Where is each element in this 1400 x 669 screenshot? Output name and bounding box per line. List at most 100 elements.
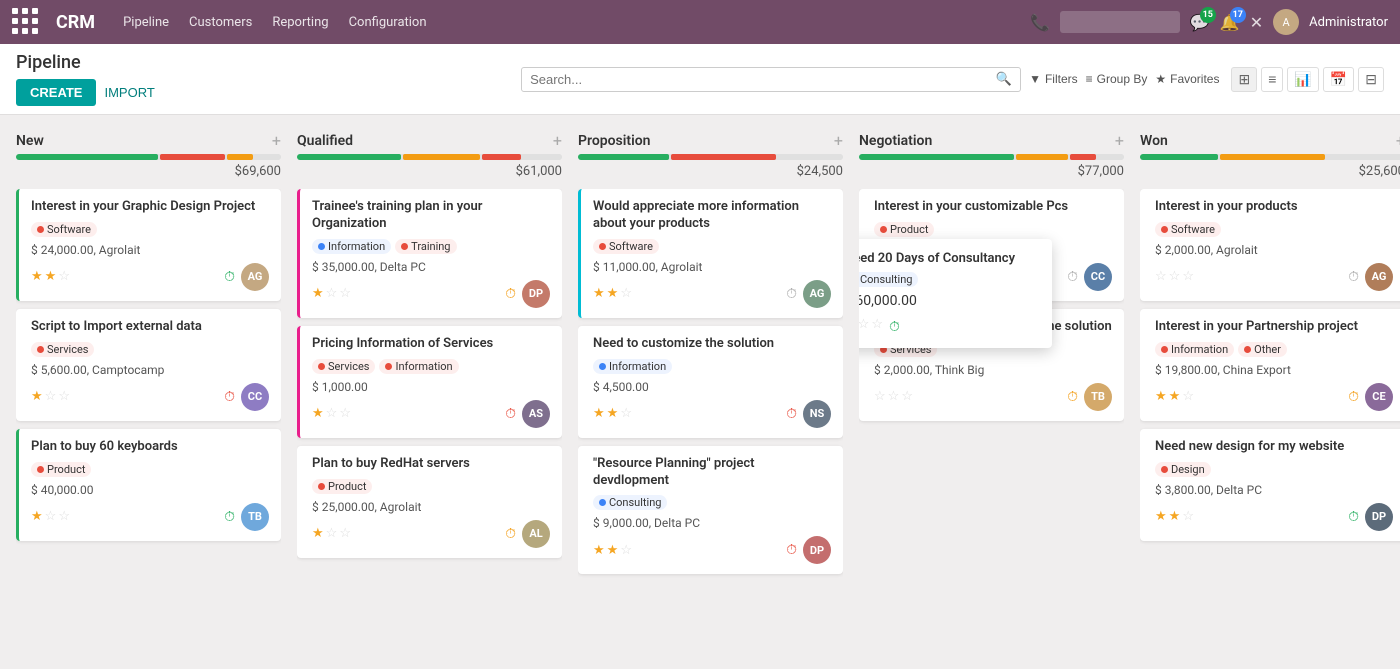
notification-bell2[interactable]: 🔔 17 xyxy=(1220,13,1240,32)
star[interactable]: ☆ xyxy=(339,406,351,421)
calendar-view-button[interactable]: 📅 xyxy=(1323,67,1354,92)
chart-view-button[interactable]: 📊 xyxy=(1287,67,1318,92)
search-bar[interactable]: 🔍 xyxy=(521,67,1021,92)
star[interactable]: ☆ xyxy=(1155,269,1167,284)
column-add-button[interactable]: + xyxy=(834,131,843,150)
card-stars[interactable]: ★★☆ xyxy=(1155,509,1194,524)
column-add-button[interactable]: + xyxy=(272,131,281,150)
star[interactable]: ☆ xyxy=(58,269,70,284)
star[interactable]: ★ xyxy=(31,509,43,524)
star[interactable]: ★ xyxy=(593,406,605,421)
star[interactable]: ☆ xyxy=(901,389,913,404)
star[interactable]: ☆ xyxy=(326,526,338,541)
create-button[interactable]: CREATE xyxy=(16,79,96,106)
menu-configuration[interactable]: Configuration xyxy=(349,15,427,30)
card-stars[interactable]: ★☆☆ xyxy=(31,389,70,404)
card-stars[interactable]: ★★☆ xyxy=(593,286,632,301)
star[interactable]: ☆ xyxy=(339,286,351,301)
search-icon[interactable]: 🔍 xyxy=(996,72,1012,87)
menu-pipeline[interactable]: Pipeline xyxy=(123,15,169,30)
grid-view-button[interactable]: ⊟ xyxy=(1358,67,1384,92)
card[interactable]: Interest in your Graphic Design Project … xyxy=(16,189,281,301)
clock-icon: ⏱ xyxy=(786,406,797,422)
star[interactable]: ★ xyxy=(312,286,324,301)
card[interactable]: Plan to buy 60 keyboards Product $ 40,00… xyxy=(16,429,281,541)
star[interactable]: ☆ xyxy=(326,286,338,301)
username[interactable]: Administrator xyxy=(1309,15,1388,30)
column-add-button[interactable]: + xyxy=(553,131,562,150)
card[interactable]: "Resource Planning" project devdlopment … xyxy=(578,446,843,575)
star[interactable]: ☆ xyxy=(859,317,869,332)
card[interactable]: Need to customize the solution Informati… xyxy=(578,326,843,438)
star[interactable]: ☆ xyxy=(326,406,338,421)
star[interactable]: ★ xyxy=(312,406,324,421)
card[interactable]: Pricing Information of Services Services… xyxy=(297,326,562,438)
star[interactable]: ☆ xyxy=(45,389,57,404)
card-stars[interactable]: ★★☆ xyxy=(31,269,70,284)
notification-bell[interactable]: 💬 15 xyxy=(1190,13,1210,32)
favorites-button[interactable]: ★ Favorites xyxy=(1155,72,1219,86)
card-stars[interactable]: ☆☆☆ xyxy=(874,389,913,404)
star[interactable]: ★ xyxy=(607,286,619,301)
groupby-button[interactable]: ≡ Group By xyxy=(1086,72,1148,86)
star[interactable]: ☆ xyxy=(1182,269,1194,284)
star[interactable]: ☆ xyxy=(874,389,886,404)
star[interactable]: ★ xyxy=(593,543,605,558)
card[interactable]: Trainee's training plan in your Organiza… xyxy=(297,189,562,318)
tooltip-stars[interactable]: ☆☆☆ xyxy=(859,317,883,332)
star[interactable]: ☆ xyxy=(339,526,351,541)
star[interactable]: ☆ xyxy=(45,509,57,524)
card[interactable]: Would appreciate more information about … xyxy=(578,189,843,318)
card-stars[interactable]: ★☆☆ xyxy=(31,509,70,524)
star[interactable]: ★ xyxy=(31,269,43,284)
star[interactable]: ☆ xyxy=(620,286,632,301)
card[interactable]: Script to Import external data Services … xyxy=(16,309,281,421)
card-stars[interactable]: ★☆☆ xyxy=(312,286,351,301)
apps-grid-icon[interactable] xyxy=(12,8,40,36)
star[interactable]: ★ xyxy=(593,286,605,301)
search-input[interactable] xyxy=(530,72,996,87)
card-footer: ☆☆☆ ⏱ AG xyxy=(1155,263,1393,291)
card[interactable]: Plan to buy RedHat servers Product $ 25,… xyxy=(297,446,562,558)
star[interactable]: ☆ xyxy=(1169,269,1181,284)
card-stars[interactable]: ★★☆ xyxy=(1155,389,1194,404)
kanban-view-button[interactable]: ⊞ xyxy=(1231,67,1257,92)
menu-customers[interactable]: Customers xyxy=(189,15,252,30)
column-add-button[interactable]: + xyxy=(1115,131,1124,150)
card-stars[interactable]: ★☆☆ xyxy=(312,406,351,421)
column-add-button[interactable]: + xyxy=(1396,131,1400,150)
star[interactable]: ☆ xyxy=(58,509,70,524)
star[interactable]: ★ xyxy=(312,526,324,541)
filters-button[interactable]: ▼ Filters xyxy=(1029,72,1078,86)
card[interactable]: Interest in your products Software $ 2,0… xyxy=(1140,189,1400,301)
menu-reporting[interactable]: Reporting xyxy=(272,15,328,30)
phone-icon[interactable]: 📞 xyxy=(1030,13,1050,32)
card-stars[interactable]: ☆☆☆ xyxy=(1155,269,1194,284)
star[interactable]: ☆ xyxy=(620,543,632,558)
star[interactable]: ★ xyxy=(1155,509,1167,524)
card-stars[interactable]: ★★☆ xyxy=(593,406,632,421)
star[interactable]: ★ xyxy=(45,269,57,284)
list-view-button[interactable]: ≡ xyxy=(1261,67,1283,92)
star[interactable]: ★ xyxy=(1169,389,1181,404)
card[interactable]: Interest in your Partnership project Inf… xyxy=(1140,309,1400,421)
star[interactable]: ☆ xyxy=(1182,389,1194,404)
import-button[interactable]: IMPORT xyxy=(104,85,154,100)
card[interactable]: Interest in your customizable Pcs Produc… xyxy=(859,189,1124,301)
star[interactable]: ☆ xyxy=(871,317,883,332)
star[interactable]: ☆ xyxy=(58,389,70,404)
star[interactable]: ☆ xyxy=(888,389,900,404)
card-stars[interactable]: ★☆☆ xyxy=(312,526,351,541)
avatar[interactable]: A xyxy=(1273,9,1299,35)
close-icon[interactable]: ✕ xyxy=(1250,13,1263,32)
star[interactable]: ★ xyxy=(607,406,619,421)
app-logo[interactable]: CRM xyxy=(56,12,95,33)
star[interactable]: ★ xyxy=(1155,389,1167,404)
star[interactable]: ★ xyxy=(31,389,43,404)
card[interactable]: Need new design for my website Design $ … xyxy=(1140,429,1400,541)
star[interactable]: ☆ xyxy=(1182,509,1194,524)
star[interactable]: ★ xyxy=(607,543,619,558)
star[interactable]: ★ xyxy=(1169,509,1181,524)
card-stars[interactable]: ★★☆ xyxy=(593,543,632,558)
star[interactable]: ☆ xyxy=(620,406,632,421)
